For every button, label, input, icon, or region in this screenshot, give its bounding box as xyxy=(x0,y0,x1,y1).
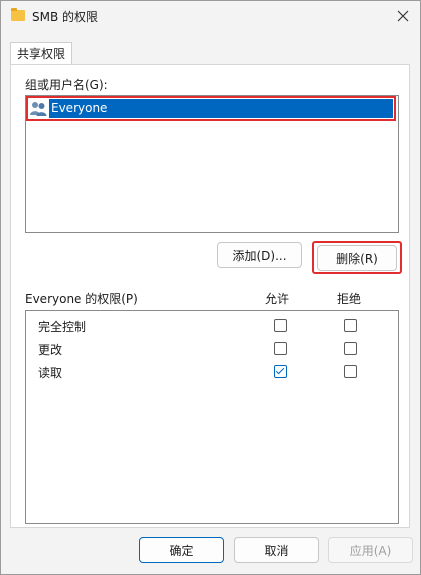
close-button[interactable] xyxy=(390,4,416,28)
close-icon xyxy=(397,10,409,22)
remove-button-highlight: 删除(R) xyxy=(312,241,402,274)
add-button[interactable]: 添加(D)... xyxy=(217,242,302,268)
ok-button[interactable]: 确定 xyxy=(139,537,224,563)
user-name: Everyone xyxy=(49,99,393,118)
deny-checkbox[interactable] xyxy=(344,342,357,355)
allow-checkbox-checked[interactable] xyxy=(274,365,287,378)
user-list[interactable]: Everyone xyxy=(25,95,399,233)
permissions-list: 完全控制 更改 读取 xyxy=(25,310,399,524)
cancel-button[interactable]: 取消 xyxy=(234,537,319,563)
deny-checkbox[interactable] xyxy=(344,319,357,332)
remove-button[interactable]: 删除(R) xyxy=(317,245,397,271)
allow-checkbox[interactable] xyxy=(274,342,287,355)
folder-icon xyxy=(11,8,25,21)
dialog-window: SMB 的权限 共享权限 组或用户名(G): Everyone 添加(D)... xyxy=(0,0,421,575)
user-group-icon xyxy=(30,102,47,116)
permission-row-change: 更改 xyxy=(26,338,398,360)
tab-share-permissions[interactable]: 共享权限 xyxy=(10,42,73,66)
list-item[interactable]: Everyone xyxy=(26,96,396,121)
users-label: 组或用户名(G): xyxy=(25,78,108,92)
apply-button[interactable]: 应用(A) xyxy=(328,537,413,563)
permission-row-full-control: 完全控制 xyxy=(26,315,398,337)
permissions-title: Everyone 的权限(P) xyxy=(25,292,138,306)
allow-checkbox[interactable] xyxy=(274,319,287,332)
allow-header: 允许 xyxy=(265,292,290,306)
window-title: SMB 的权限 xyxy=(32,10,99,24)
permission-name: 更改 xyxy=(38,343,63,357)
permission-row-read: 读取 xyxy=(26,361,398,383)
permission-name: 完全控制 xyxy=(38,320,87,334)
share-permissions-panel: 组或用户名(G): Everyone 添加(D)... 删除(R) Everyo… xyxy=(10,64,410,528)
permission-name: 读取 xyxy=(38,366,63,380)
deny-checkbox[interactable] xyxy=(344,365,357,378)
tab-strip: 共享权限 xyxy=(1,39,420,66)
deny-header: 拒绝 xyxy=(337,292,362,306)
title-bar: SMB 的权限 xyxy=(1,1,420,31)
